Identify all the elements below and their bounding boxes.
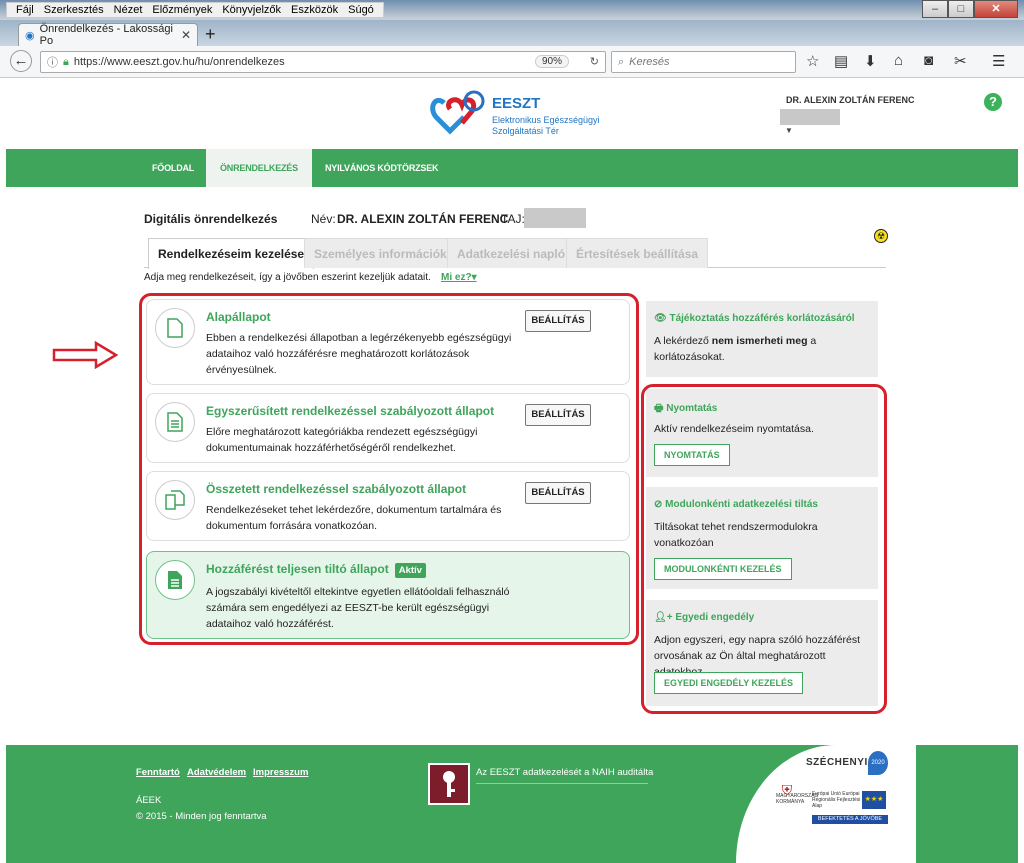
search-icon: ⌕ xyxy=(618,55,625,68)
taj-label: TAJ: xyxy=(501,212,525,226)
url-text: https://www.eeszt.gov.hu/hu/onrendelkeze… xyxy=(73,56,285,68)
logo-subtitle-line1: Elektronikus Egészségügyi xyxy=(492,115,600,125)
info-text-part1: A lekérdező xyxy=(654,335,712,347)
url-bar[interactable]: ⓘ 🔒︎ https://www.eeszt.gov.hu/hu/onrende… xyxy=(40,51,606,73)
web-page: EESZT Elektronikus Egészségügyi Szolgált… xyxy=(6,79,1018,863)
menu: Fájl Szerkesztés Nézet Előzmények Könyvj… xyxy=(6,2,384,18)
help-icon[interactable]: ? xyxy=(984,93,1002,111)
eeszt-logo[interactable]: EESZT Elektronikus Egészségügyi Szolgált… xyxy=(430,89,610,141)
eu-flag-icon: ★★★ xyxy=(862,791,886,809)
download-icon[interactable]: ⬇ xyxy=(864,52,877,70)
szechenyi-2020-icon: 2020 xyxy=(868,751,888,775)
footer-link-operator[interactable]: Fenntartó xyxy=(136,767,180,778)
naih-key-icon[interactable] xyxy=(428,763,470,805)
eye-slash-icon: 👁︎ xyxy=(654,313,667,324)
tab-strip: ◉ Önrendelkezés - Lakossági Po ✕ + xyxy=(0,20,1024,47)
naih-divider xyxy=(476,783,648,784)
tab-notification-settings[interactable]: Értesítések beállítása xyxy=(566,238,709,268)
close-tab-icon[interactable]: ✕ xyxy=(181,28,191,42)
highlight-frame-states xyxy=(139,293,639,645)
naih-text[interactable]: Az EESZT adatkezelését a NAIH auditálta xyxy=(476,767,653,778)
info-title: 👁︎ Tájékoztatás hozzáférés korlátozásáró… xyxy=(654,313,855,324)
menu-help[interactable]: Súgó xyxy=(343,3,379,17)
site-footer: Fenntartó Adatvédelem Impresszum Az EESZ… xyxy=(6,745,1018,863)
nav-public-code-tables[interactable]: NYILVÁNOS KÓDTÖRZSEK xyxy=(311,149,452,187)
info-icon[interactable]: ⓘ xyxy=(47,54,58,70)
what-is-this-link[interactable]: Mi ez?▾ xyxy=(441,272,477,283)
info-title-text: Tájékoztatás hozzáférés korlátozásáról xyxy=(669,313,855,324)
footer-copyright: © 2015 - Minden jog fenntartva xyxy=(136,811,267,822)
nav-home[interactable]: FŐOLDAL xyxy=(138,149,208,187)
zoom-indicator[interactable]: 90% xyxy=(534,55,569,68)
page-title: Digitális önrendelkezés xyxy=(144,212,278,226)
tab-data-log[interactable]: Adatkezelési napló xyxy=(447,238,576,268)
hungary-crest-icon: ⛨ MAGYARORSZÁG KORMÁNYA xyxy=(776,782,819,805)
tab-personal-info[interactable]: Személyes információk xyxy=(304,238,457,268)
pocket-icon[interactable]: ◙ xyxy=(924,52,933,69)
menu-file[interactable]: Fájl xyxy=(11,3,39,17)
info-text: A lekérdező nem ismerheti meg a korlátoz… xyxy=(654,333,872,365)
eu-text: Európai Unió Európai Regionális Fejleszt… xyxy=(812,791,861,809)
info-box: 👁︎ Tájékoztatás hozzáférés korlátozásáró… xyxy=(646,301,878,377)
main-navigation: FŐOLDAL ÖNRENDELKEZÉS NYILVÁNOS KÓDTÖRZS… xyxy=(6,149,1018,243)
tab-manage-rules[interactable]: Rendelkezéseim kezelése xyxy=(148,238,315,269)
new-tab-button[interactable]: + xyxy=(205,24,216,45)
tab-title: Önrendelkezés - Lakossági Po xyxy=(39,23,173,47)
window-menubar: Fájl Szerkesztés Nézet Előzmények Könyvj… xyxy=(0,0,1024,20)
window-controls: – □ ✕ xyxy=(922,0,1018,18)
user-redacted-field xyxy=(780,109,840,125)
home-icon[interactable]: ⌂ xyxy=(894,52,903,69)
footer-aeek: ÁEEK xyxy=(136,795,162,806)
red-arrow-icon xyxy=(52,341,118,369)
menu-edit[interactable]: Szerkesztés xyxy=(39,3,109,17)
menu-view[interactable]: Nézet xyxy=(109,3,148,17)
browser-tab[interactable]: ◉ Önrendelkezés - Lakossági Po ✕ xyxy=(18,23,198,47)
page-tabs: Rendelkezéseim kezelése Személyes inform… xyxy=(144,238,886,269)
footer-link-privacy[interactable]: Adatvédelem xyxy=(187,767,246,778)
szechenyi-logo-text: SZÉCHENYI xyxy=(806,757,868,768)
highlight-frame-actions xyxy=(641,384,887,714)
investing-future-label: BEFEKTETÉS A JÖVŐBE xyxy=(812,815,888,824)
nav-onrendelkezes[interactable]: ÖNRENDELKEZÉS xyxy=(206,149,312,187)
hamburger-menu-icon[interactable]: ☰ xyxy=(992,52,1005,70)
logo-subtitle: Elektronikus Egészségügyi Szolgáltatási … xyxy=(492,115,600,137)
bookmark-star-icon[interactable]: ☆ xyxy=(806,52,819,70)
favicon-icon: ◉ xyxy=(25,29,35,42)
search-input[interactable]: ⌕ Keresés xyxy=(611,51,796,73)
site-header: EESZT Elektronikus Egészségügyi Szolgált… xyxy=(6,79,1018,149)
footer-link-imprint[interactable]: Impresszum xyxy=(253,767,308,778)
back-icon[interactable]: ← xyxy=(10,50,32,72)
taj-redacted-value xyxy=(524,208,586,228)
user-menu-chevron-icon[interactable]: ▼ xyxy=(785,126,793,135)
menu-history[interactable]: Előzmények xyxy=(147,3,217,17)
footer-logo-area: SZÉCHENYI 2020 ⛨ MAGYARORSZÁG KORMÁNYA Eu… xyxy=(736,745,916,863)
what-is-this-label: Mi ez? xyxy=(441,272,472,283)
search-placeholder: Keresés xyxy=(629,56,670,68)
minimize-button[interactable]: – xyxy=(922,0,948,18)
extension-icon[interactable]: ✂ xyxy=(954,52,967,70)
reading-list-icon[interactable]: ▤ xyxy=(834,52,848,70)
menu-tools[interactable]: Eszközök xyxy=(286,3,343,17)
maximize-button[interactable]: □ xyxy=(948,0,974,18)
navigation-toolbar: ← ⓘ 🔒︎ https://www.eeszt.gov.hu/hu/onren… xyxy=(0,46,1024,78)
logo-title: EESZT xyxy=(492,95,541,112)
lock-icon: 🔒︎ xyxy=(63,55,69,68)
info-text-bold: nem ismerheti meg xyxy=(711,335,808,347)
reload-icon[interactable]: ↻ xyxy=(590,55,599,68)
logo-subtitle-line2: Szolgáltatási Tér xyxy=(492,126,559,136)
intro-text: Adja meg rendelkezéseit, így a jövőben e… xyxy=(144,272,431,283)
name-value: DR. ALEXIN ZOLTÁN FERENC xyxy=(337,212,509,226)
name-label: Név: xyxy=(311,212,336,226)
user-name: DR. ALEXIN ZOLTÁN FERENC xyxy=(786,95,915,105)
close-window-button[interactable]: ✕ xyxy=(974,0,1018,18)
eeszt-logo-icon xyxy=(430,90,485,135)
menu-bookmarks[interactable]: Könyvjelzők xyxy=(217,3,286,17)
